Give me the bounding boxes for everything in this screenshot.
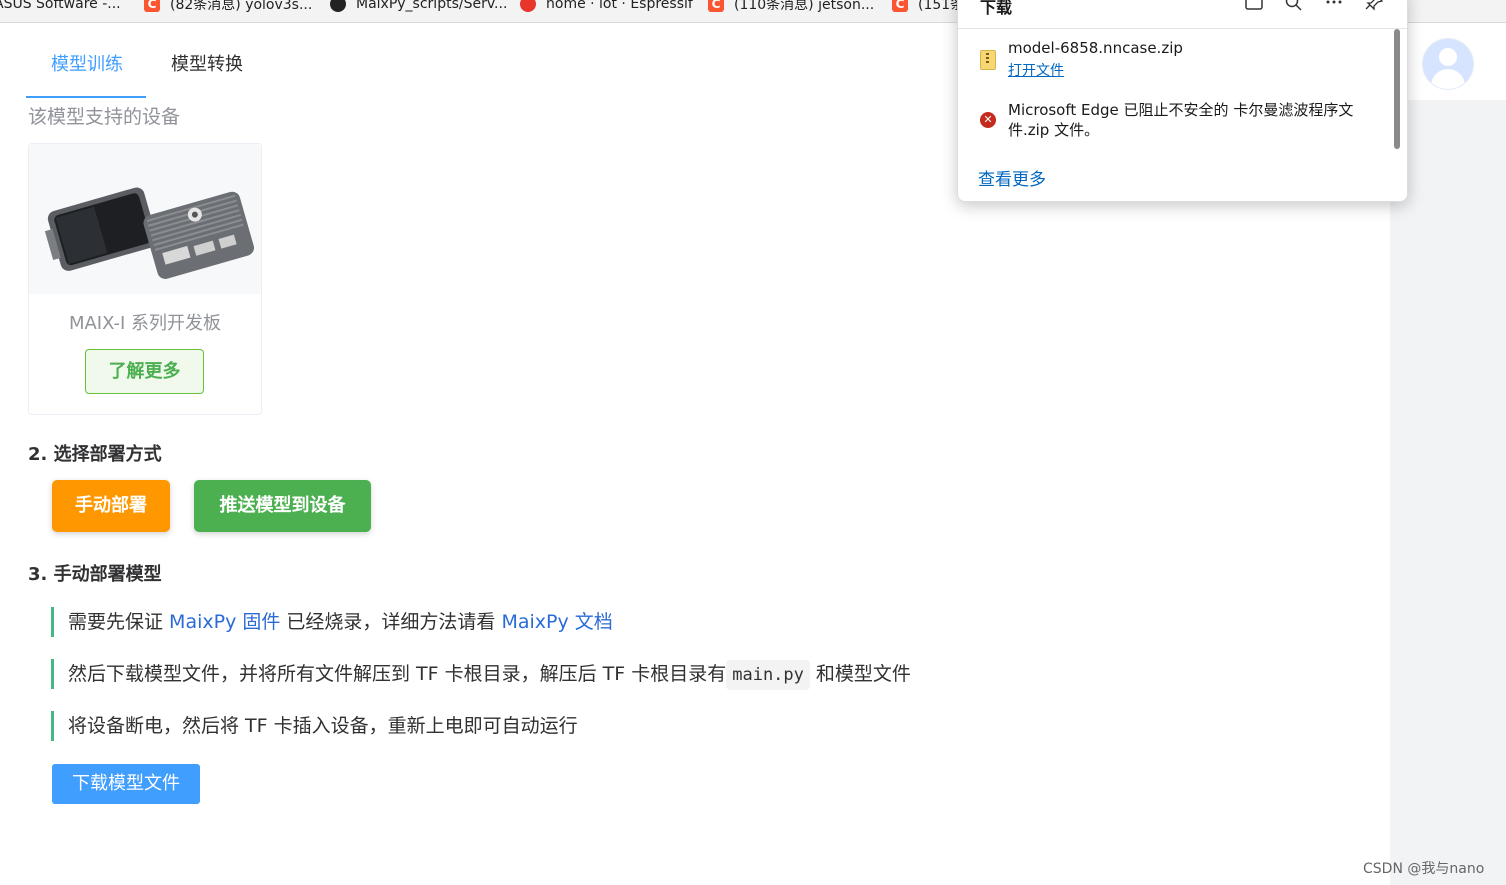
user-avatar[interactable] <box>1422 38 1474 90</box>
csdn-icon: C <box>708 0 724 12</box>
device-card-title: MAIX-I 系列开发板 <box>68 313 222 334</box>
device-card: MAIX-I 系列开发板 了解更多 <box>28 143 262 415</box>
open-folder-icon[interactable] <box>1244 0 1264 11</box>
avatar-head-shape <box>1439 48 1457 66</box>
espressif-icon <box>520 0 536 12</box>
tab-model-training[interactable]: 模型训练 <box>51 50 123 76</box>
blocked-download-message[interactable]: Microsoft Edge 已阻止不安全的 卡尔曼滤波程序文件.zip 文件。 <box>1008 100 1368 140</box>
maixpy-docs-link[interactable]: MaixPy 文档 <box>501 611 612 633</box>
csdn-icon: C <box>892 0 908 12</box>
see-more-link[interactable]: 查看更多 <box>978 165 1046 190</box>
instruction-text: 需要先保证 <box>68 611 170 633</box>
main-py-code: main.py <box>726 660 810 690</box>
bookmark-label: (82条消息) yolov3s... <box>170 0 313 13</box>
manual-deploy-button[interactable]: 手动部署 <box>52 480 170 532</box>
bookmark-label: (110条消息) jetson... <box>734 0 875 13</box>
tab-model-conversion[interactable]: 模型转换 <box>171 50 243 76</box>
pin-icon[interactable] <box>1364 0 1384 11</box>
bookmark-label: ASUS Software -... <box>0 0 121 12</box>
github-icon <box>330 0 346 12</box>
download-panel: 下载 model-6858.nncase.zip 打开文件 ✕ Microsof… <box>957 0 1408 202</box>
bookmark-label: home · iot · Espressif <box>546 0 693 12</box>
avatar-body-shape <box>1431 69 1465 89</box>
csdn-watermark: CSDN @我与nano <box>1363 861 1485 877</box>
downloaded-file-name[interactable]: model-6858.nncase.zip <box>1008 39 1183 57</box>
more-options-icon[interactable] <box>1324 0 1344 11</box>
bookmark-csdn-151[interactable]: C (151条 <box>892 0 964 14</box>
download-panel-title: 下载 <box>980 0 1013 17</box>
csdn-icon: C <box>144 0 160 12</box>
search-icon[interactable] <box>1284 0 1304 11</box>
zip-file-icon <box>980 50 996 70</box>
instruction-line-2: 然后下载模型文件，并将所有文件解压到 TF 卡根目录，解压后 TF 卡根目录有 m… <box>51 659 911 690</box>
instruction-text: 然后下载模型文件，并将所有文件解压到 TF 卡根目录，解压后 TF 卡根目录有 <box>68 663 727 685</box>
bookmark-csdn-yolov3[interactable]: C (82条消息) yolov3s... <box>144 0 312 14</box>
blocked-error-icon: ✕ <box>980 112 996 128</box>
instruction-line-1: 需要先保证 MaixPy 固件 已经烧录，详细方法请看 MaixPy 文档 <box>51 607 613 637</box>
instruction-text: 已经烧录，详细方法请看 <box>280 611 502 633</box>
manual-deploy-title: 3. 手动部署模型 <box>28 564 162 585</box>
bookmark-espressif[interactable]: home · iot · Espressif <box>520 0 693 14</box>
maixpy-firmware-link[interactable]: MaixPy 固件 <box>169 611 280 633</box>
panel-divider <box>958 28 1407 29</box>
panel-scrollbar[interactable] <box>1394 29 1400 149</box>
deploy-method-title: 2. 选择部署方式 <box>28 444 162 465</box>
bookmark-csdn-jetson[interactable]: C (110条消息) jetson... <box>708 0 874 14</box>
maix-board-illustration <box>44 187 254 279</box>
open-file-link[interactable]: 打开文件 <box>1008 60 1064 80</box>
bookmark-github-maixpy[interactable]: MaixPy_scripts/Serv... <box>330 0 507 14</box>
bookmark-label: MaixPy_scripts/Serv... <box>356 0 508 12</box>
learn-more-button[interactable]: 了解更多 <box>85 349 204 394</box>
right-sidebar <box>1390 100 1506 885</box>
device-image <box>29 144 261 294</box>
instruction-line-3: 将设备断电，然后将 TF 卡插入设备，重新上电即可自动运行 <box>51 711 578 741</box>
download-model-button[interactable]: 下载模型文件 <box>52 764 200 804</box>
instruction-text: 和模型文件 <box>809 663 911 685</box>
supported-devices-title: 该模型支持的设备 <box>28 106 181 128</box>
active-tab-indicator <box>26 96 146 98</box>
bookmark-asus[interactable]: ASUS Software -... <box>0 0 121 14</box>
push-model-button[interactable]: 推送模型到设备 <box>194 480 371 532</box>
